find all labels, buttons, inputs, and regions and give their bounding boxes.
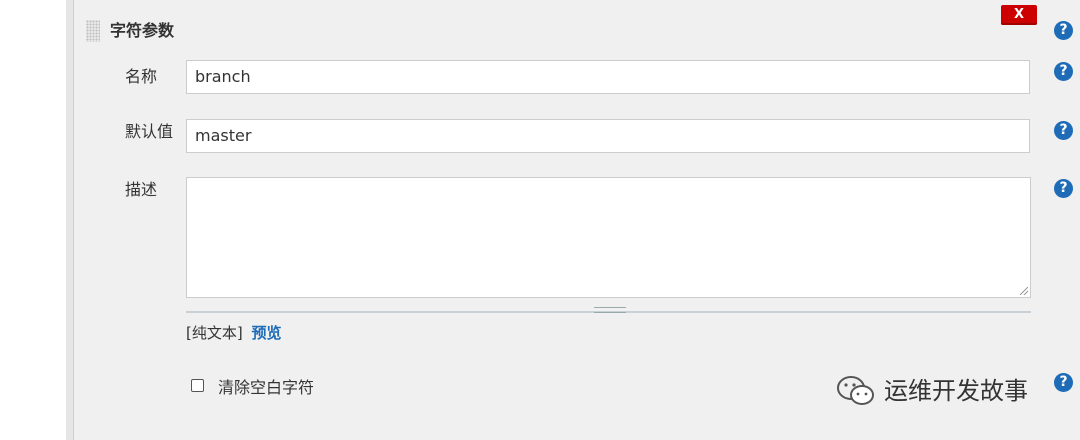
watermark: 运维开发故事: [836, 373, 1028, 409]
plain-text-label: [纯文本]: [186, 324, 243, 342]
watermark-text: 运维开发故事: [884, 377, 1028, 405]
trim-checkbox[interactable]: [191, 379, 204, 392]
default-value-label: 默认值: [125, 122, 174, 141]
section-title: 字符参数: [110, 21, 175, 40]
wechat-icon: [837, 376, 874, 405]
help-icon[interactable]: ?: [1054, 121, 1073, 140]
resize-grip-icon[interactable]: [1020, 287, 1028, 295]
name-label: 名称: [125, 67, 158, 86]
left-sidebar-edge: [0, 0, 67, 440]
name-input[interactable]: branch: [186, 60, 1030, 94]
description-textarea[interactable]: [186, 177, 1031, 298]
left-sidebar-border: [66, 0, 74, 440]
help-icon[interactable]: ?: [1054, 179, 1073, 198]
trim-checkbox-label[interactable]: 清除空白字符: [218, 377, 314, 399]
default-value-input[interactable]: master: [186, 119, 1030, 153]
help-icon[interactable]: ?: [1054, 21, 1073, 40]
help-icon[interactable]: ?: [1054, 62, 1073, 81]
delete-parameter-button[interactable]: X: [1001, 5, 1037, 25]
description-label: 描述: [125, 180, 158, 199]
drag-handle[interactable]: [86, 20, 100, 42]
format-line: [纯文本] 预览: [186, 322, 282, 344]
splitter-grip-icon[interactable]: [594, 307, 626, 313]
help-icon[interactable]: ?: [1054, 373, 1073, 392]
preview-link[interactable]: 预览: [252, 324, 282, 342]
